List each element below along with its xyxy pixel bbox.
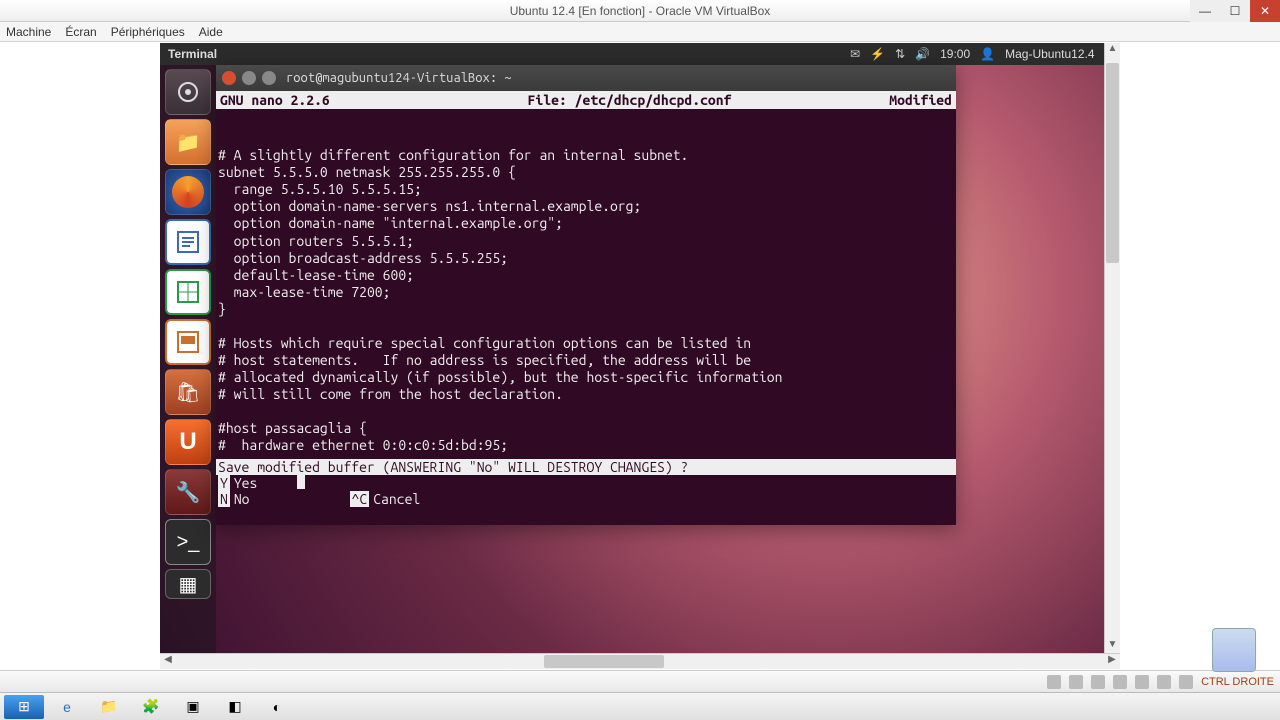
sb-hdd-icon[interactable] <box>1047 675 1061 689</box>
menu-machine[interactable]: Machine <box>6 25 51 39</box>
launcher-dash[interactable] <box>165 69 211 115</box>
vb-minimize-button[interactable]: — <box>1190 0 1220 22</box>
start-button[interactable]: ⊞ <box>4 695 44 719</box>
launcher-firefox[interactable] <box>165 169 211 215</box>
launcher-settings[interactable]: 🔧 <box>165 469 211 515</box>
battery-icon[interactable]: ⚡ <box>870 47 885 61</box>
taskbar-virtualbox[interactable]: ◧ <box>216 695 254 719</box>
host-key-label: CTRL DROITE <box>1201 676 1274 688</box>
sb-mouse-icon[interactable] <box>1179 675 1193 689</box>
launcher-writer[interactable] <box>165 219 211 265</box>
menu-peripherals[interactable]: Périphériques <box>111 25 185 39</box>
scroll-up-icon[interactable]: ▲ <box>1105 43 1120 59</box>
sb-usb-icon[interactable] <box>1113 675 1127 689</box>
scroll-right-icon[interactable]: ▶ <box>1104 654 1120 669</box>
terminal-titlebar[interactable]: root@magubuntu124-VirtualBox: ~ <box>216 65 956 91</box>
sb-display-icon[interactable] <box>1157 675 1171 689</box>
launcher-ubuntu-one[interactable]: U <box>165 419 211 465</box>
launcher-impress[interactable] <box>165 319 211 365</box>
terminal-maximize-icon[interactable] <box>262 71 276 85</box>
launcher-terminal[interactable]: >_ <box>165 519 211 565</box>
active-app-label: Terminal <box>160 47 217 61</box>
scroll-left-icon[interactable]: ◀ <box>160 654 176 669</box>
nano-opt-cancel: Cancel <box>369 491 460 507</box>
clock[interactable]: 19:00 <box>940 47 970 61</box>
vm-scrollbar-vertical[interactable]: ▲ ▼ <box>1104 43 1120 655</box>
terminal-title: root@magubuntu124-VirtualBox: ~ <box>286 71 512 85</box>
host-capture-icon <box>1212 628 1256 672</box>
nano-cursor <box>297 475 305 489</box>
vb-close-button[interactable]: ✕ <box>1250 0 1280 22</box>
sb-net-icon[interactable] <box>1091 675 1105 689</box>
sound-icon[interactable]: 🔊 <box>915 47 930 61</box>
nano-header: GNU nano 2.2.6 File: /etc/dhcp/dhcpd.con… <box>216 91 956 109</box>
terminal-minimize-icon[interactable] <box>242 71 256 85</box>
taskbar-explorer[interactable]: 📁 <box>90 695 128 719</box>
nano-key-yes[interactable]: Y <box>218 475 230 491</box>
launcher-calc[interactable] <box>165 269 211 315</box>
vm-scrollbar-horizontal[interactable]: ◀ ▶ <box>160 653 1120 669</box>
launcher-software-center[interactable]: 🛍 <box>165 369 211 415</box>
scroll-thumb-v[interactable] <box>1106 63 1119 263</box>
vb-maximize-button[interactable]: ☐ <box>1220 0 1250 22</box>
host-desktop: Ubuntu 12.4 [En fonction] - Oracle VM Vi… <box>0 0 1280 720</box>
virtualbox-menubar: Machine Écran Périphériques Aide <box>0 22 1280 42</box>
nano-opt-yes: Yes <box>230 475 298 491</box>
user-menu[interactable]: Mag-Ubuntu12.4 <box>1005 47 1094 61</box>
launcher-files[interactable]: 📁 <box>165 119 211 165</box>
unity-launcher: 📁 🛍 U 🔧 >_ ▦ <box>160 65 216 655</box>
nano-opt-no: No <box>230 491 290 507</box>
nano-buffer[interactable]: # A slightly different configuration for… <box>216 109 956 459</box>
sb-shared-icon[interactable] <box>1135 675 1149 689</box>
terminal-close-icon[interactable] <box>222 71 236 85</box>
windows-taskbar: ⊞ e 📁 🧩 ▣ ◧ ◐ <box>0 692 1280 720</box>
user-icon: 👤 <box>980 47 995 61</box>
sb-cd-icon[interactable] <box>1069 675 1083 689</box>
menu-screen[interactable]: Écran <box>65 25 96 39</box>
ubuntu-top-panel: Terminal ✉ ⚡ ⇅ 🔊 19:00 👤 Mag-Ubuntu12.4 … <box>160 43 1120 65</box>
virtualbox-titlebar: Ubuntu 12.4 [En fonction] - Oracle VM Vi… <box>0 0 1280 22</box>
launcher-workspace[interactable]: ▦ <box>165 569 211 599</box>
scroll-thumb-h[interactable] <box>544 655 664 668</box>
taskbar-app3[interactable]: ◐ <box>258 695 296 719</box>
network-icon[interactable]: ⇅ <box>895 47 905 61</box>
virtualbox-title: Ubuntu 12.4 [En fonction] - Oracle VM Vi… <box>510 4 771 18</box>
nano-status: Modified <box>889 92 952 108</box>
taskbar-app1[interactable]: 🧩 <box>132 695 170 719</box>
nano-key-no[interactable]: N <box>218 491 230 507</box>
nano-key-cancel[interactable]: ^C <box>350 491 370 507</box>
guest-screen[interactable]: Terminal ✉ ⚡ ⇅ 🔊 19:00 👤 Mag-Ubuntu12.4 … <box>160 43 1120 655</box>
nano-file: File: /etc/dhcp/dhcpd.conf <box>370 92 890 108</box>
nano-version: GNU nano 2.2.6 <box>220 92 370 108</box>
mail-icon[interactable]: ✉ <box>850 47 860 61</box>
virtualbox-statusbar: CTRL DROITE <box>0 670 1280 692</box>
nano-save-prompt: Save modified buffer (ANSWERING "No" WIL… <box>216 459 956 475</box>
taskbar-ie[interactable]: e <box>48 695 86 719</box>
nano-options: Y Yes N No ^C Cancel <box>216 475 956 507</box>
terminal-window: root@magubuntu124-VirtualBox: ~ GNU nano… <box>216 65 956 525</box>
menu-help[interactable]: Aide <box>199 25 223 39</box>
taskbar-app2[interactable]: ▣ <box>174 695 212 719</box>
